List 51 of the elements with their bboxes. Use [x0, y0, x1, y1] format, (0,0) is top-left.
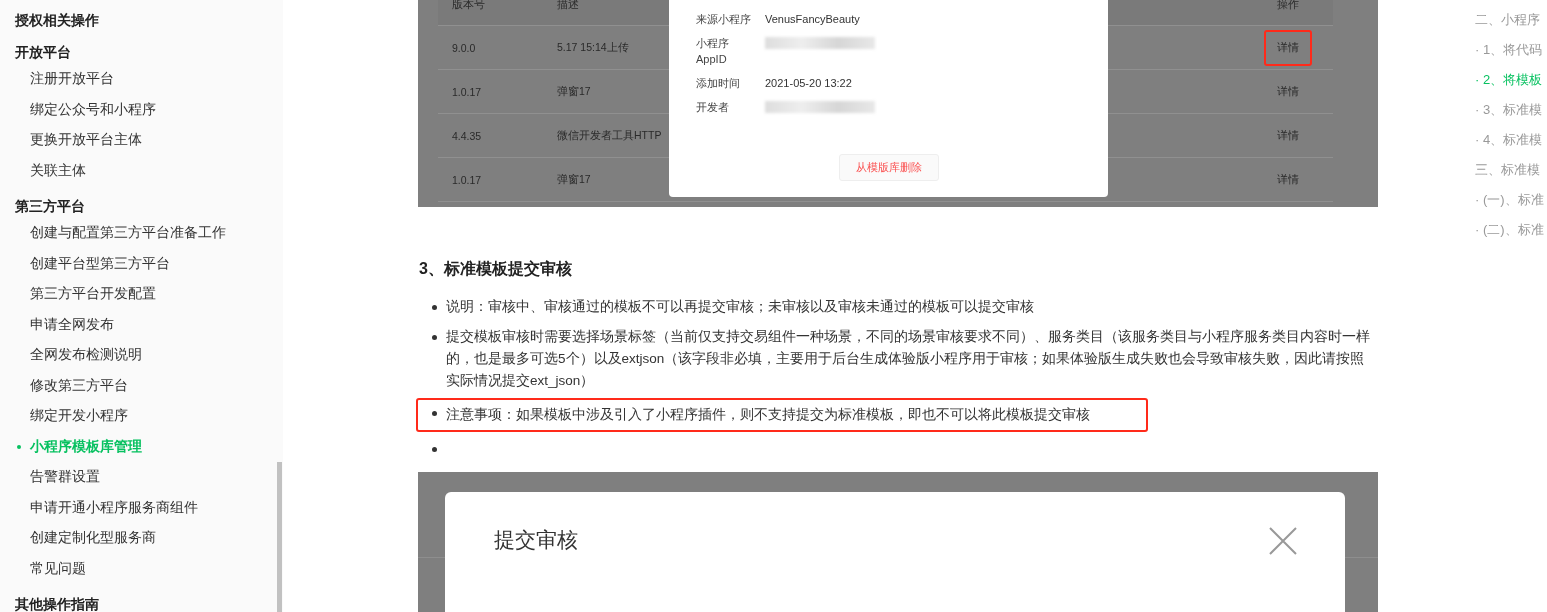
sidebar-item[interactable]: 申请全网发布 [0, 309, 275, 340]
scrollbar-thumb[interactable] [277, 462, 282, 612]
close-icon[interactable] [1269, 527, 1297, 555]
sidebar-item[interactable]: 全网发布检测说明 [0, 340, 275, 371]
table-cell-text: 5.17 15:14上传 [556, 40, 629, 55]
field-value: VenusFancyBeauty [765, 12, 861, 27]
field-label: 添加时间 [696, 76, 741, 91]
sidebar-item[interactable]: 更换开放平台主体 [0, 125, 275, 156]
section-heading: 3、标准模板提交审核 [419, 259, 573, 279]
sidebar-item[interactable]: 常见问题 [0, 553, 275, 584]
field-label: 小程序 AppID [696, 36, 730, 67]
field-label: 开发者 [696, 100, 730, 115]
table-cell-text: 1.0.17 [451, 173, 482, 186]
column-header: 操作 [1277, 0, 1299, 12]
sidebar-item[interactable]: 绑定公众号和小程序 [0, 94, 275, 125]
sidebar-item[interactable]: 注册开放平台 [0, 64, 275, 95]
column-header: 版本号 [451, 0, 485, 12]
dialog-title: 提交审核 [494, 527, 578, 553]
details-link[interactable]: 详情 [1264, 117, 1312, 154]
field-label: 来源小程序 [696, 12, 752, 27]
details-link[interactable]: 详情 [1264, 29, 1312, 66]
bullet-text: 说明：审核中、审核通过的模板不可以再提交审核；未审核以及审核未通过的模板可以提交审核 [446, 299, 1034, 314]
table-cell-text: 弹窗17 [556, 172, 591, 187]
sidebar-item[interactable]: 第三方平台开发配置 [0, 279, 275, 310]
table-cell-text: 4.4.35 [451, 129, 482, 142]
bullet-icon [432, 411, 437, 416]
sidebar-item[interactable]: 修改第三方平台 [0, 370, 275, 401]
sidebar-heading[interactable]: 第三方平台 [0, 194, 275, 218]
details-link[interactable]: 详情 [1264, 161, 1312, 198]
sidebar-item[interactable]: 告警群设置 [0, 462, 275, 493]
sidebar-item[interactable]: 绑定开发小程序 [0, 401, 275, 432]
table-cell-text: 弹窗17 [556, 84, 591, 99]
bullet-text: 注意事项：如果模板中涉及引入了小程序插件，则不支持提交为标准模板，即也不可以将此模板提交审核 [446, 407, 1090, 422]
table-cell-text: 1.0.17 [451, 85, 482, 98]
sidebar-heading[interactable]: 授权相关操作 [0, 8, 275, 32]
sidebar-item[interactable]: 关联主体 [0, 155, 275, 186]
bullet-icon [432, 305, 437, 310]
field-value: 2021-05-20 13:22 [765, 76, 853, 91]
column-header: 描述 [556, 0, 579, 12]
sidebar-item[interactable]: 申请开通小程序服务商组件 [0, 492, 275, 523]
bullet-icon [432, 335, 437, 340]
bullet-icon [432, 447, 437, 452]
table-cell-text: 9.0.0 [451, 41, 476, 54]
sidebar-item[interactable]: 创建平台型第三方平台 [0, 248, 275, 279]
sidebar-heading[interactable]: 其他操作指南 [0, 592, 275, 612]
details-link[interactable]: 详情 [1264, 73, 1312, 110]
sidebar-item[interactable]: 创建定制化型服务商 [0, 523, 275, 554]
bullet-text: 提交模板审核时需要选择场景标签（当前仅支持交易组件一种场景，不同的场景审核要求不同）、服务类目（该服务类目与小程序服务类目内容时一样的，也是最多可选5个）以及extjson（该字段非必填，主要用于后台生成体验版小程序用于审核；如果体验版生成失败也会导致审核失败，因此请按照实际情况提交ext_json） [446, 329, 1370, 388]
table-cell-text: 微信开发者工具HTTP [556, 128, 662, 143]
sidebar-item[interactable]: 创建与配置第三方平台准备工作 [0, 218, 275, 249]
sidebar-heading[interactable]: 开放平台 [0, 40, 275, 64]
